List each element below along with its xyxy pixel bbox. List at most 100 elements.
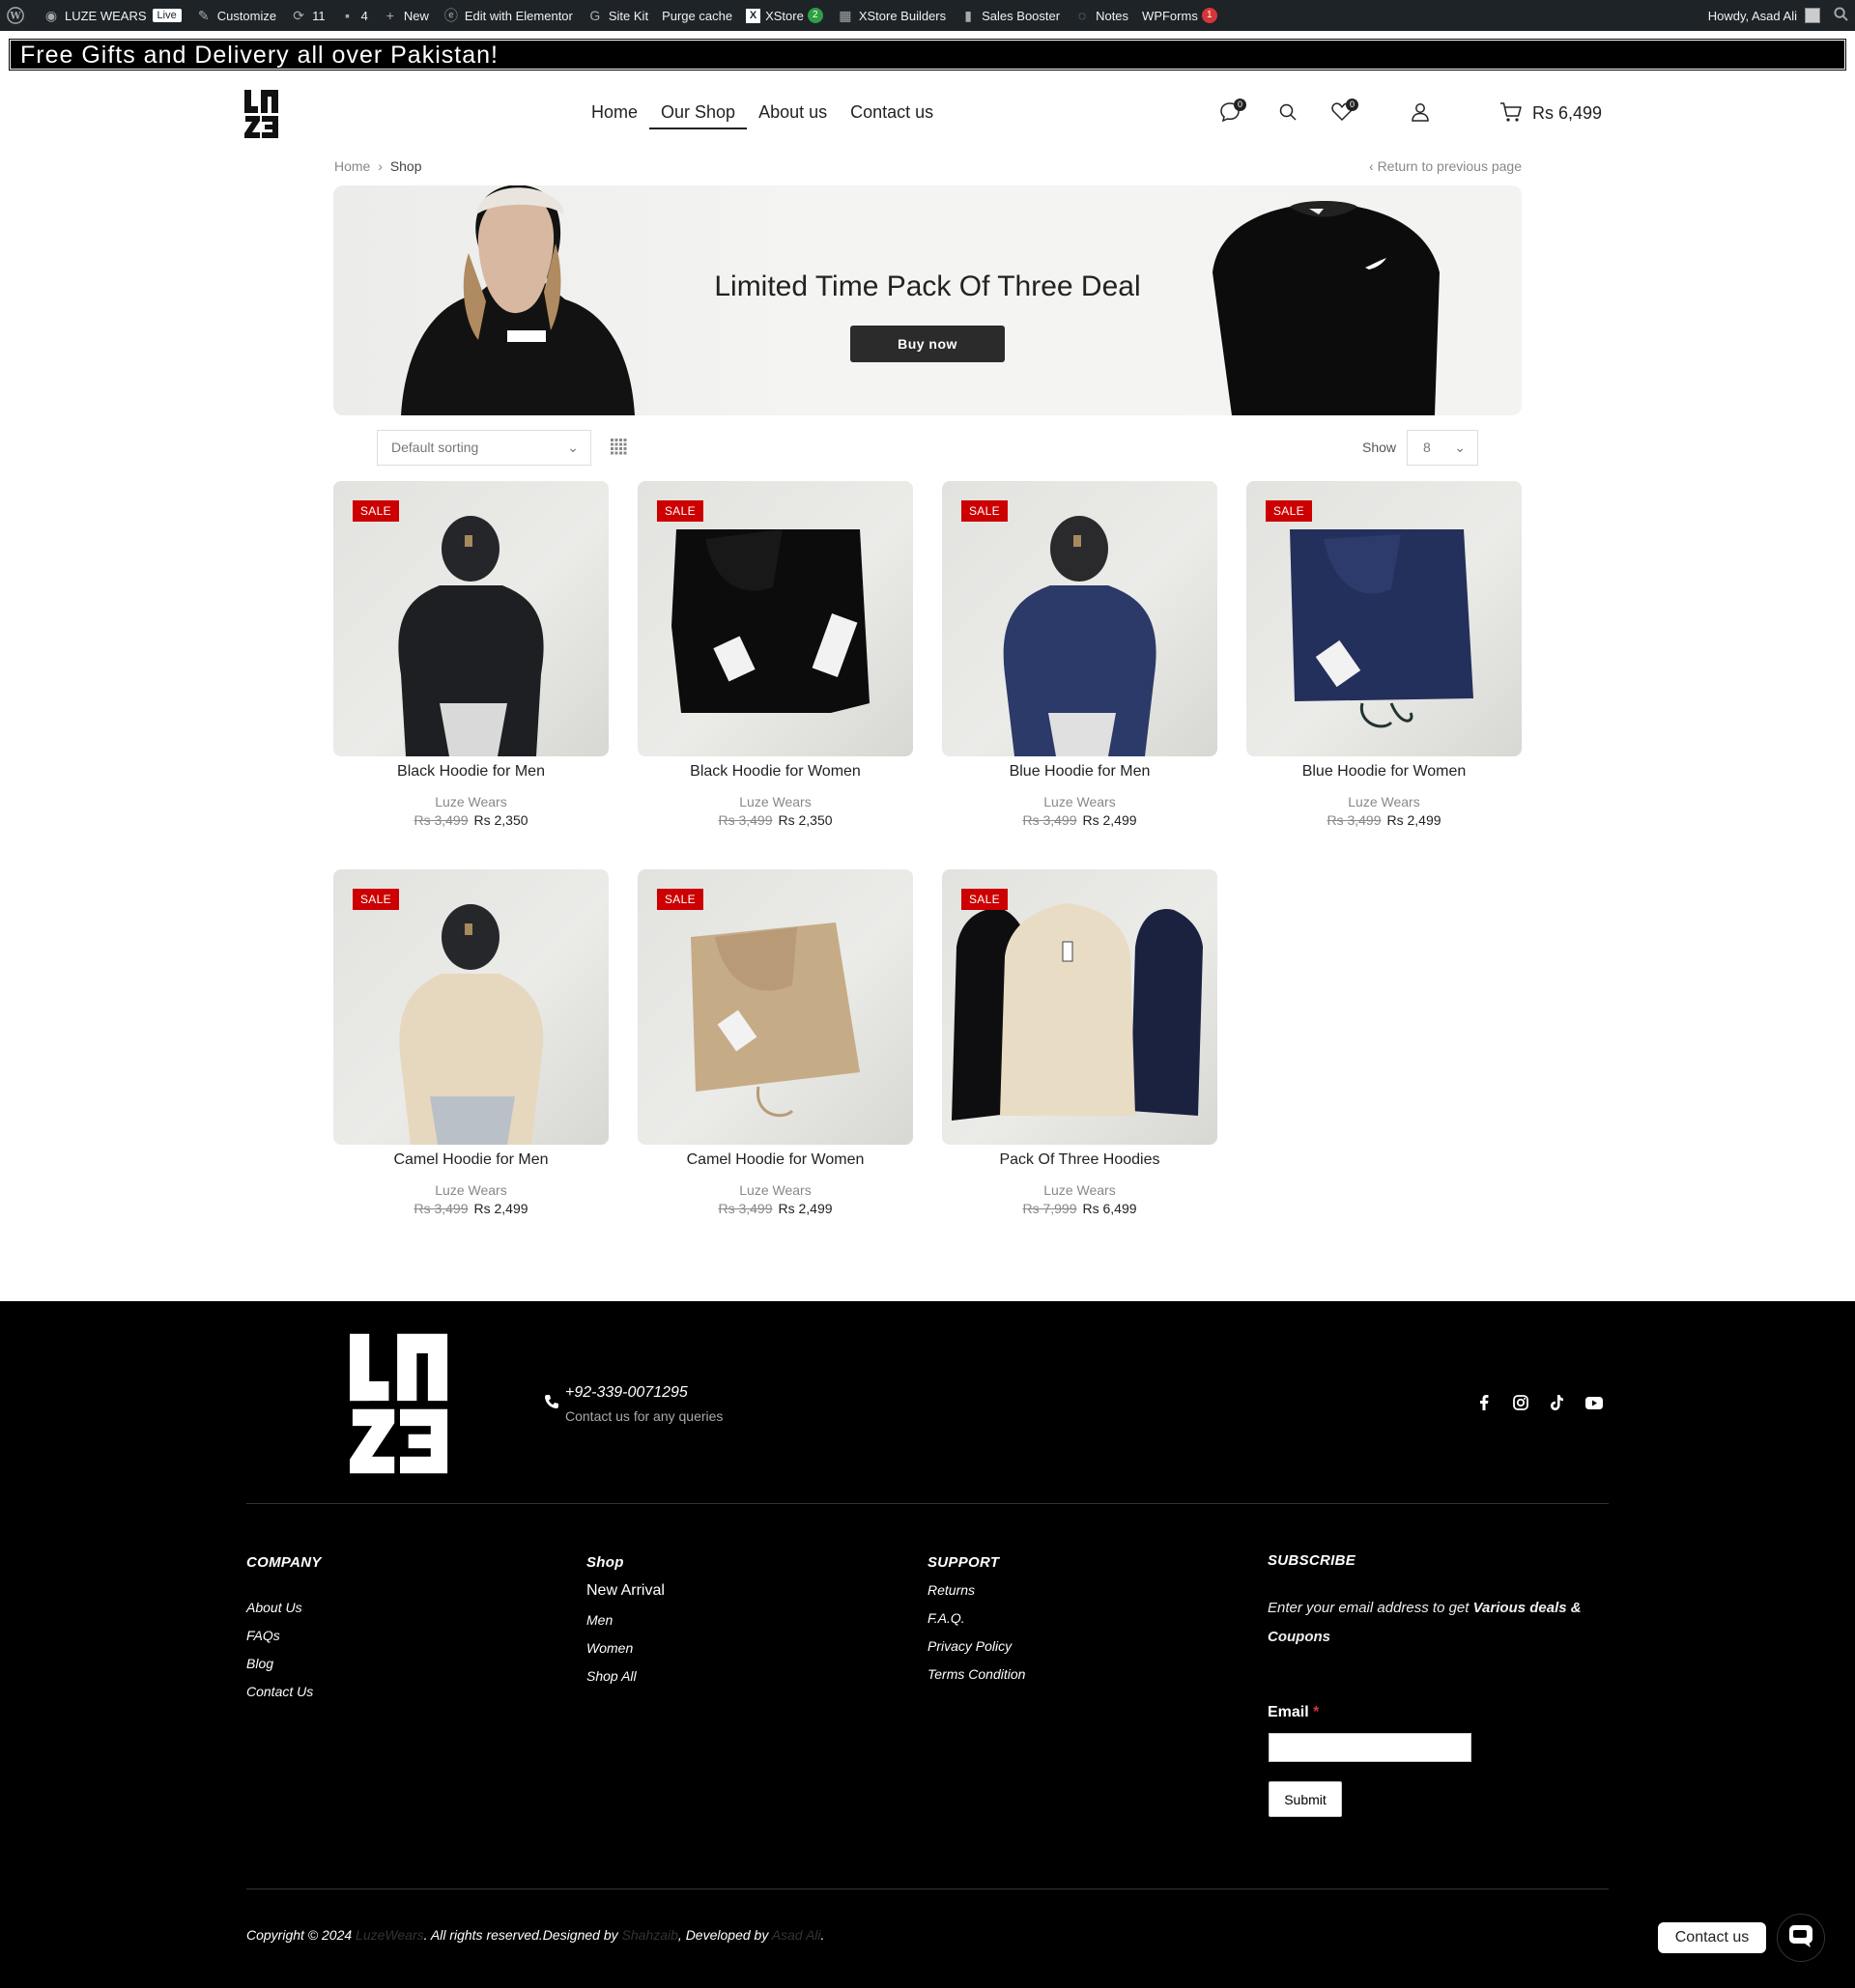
product-brand[interactable]: Luze Wears (942, 794, 1217, 809)
product-image[interactable] (333, 481, 609, 756)
product-name[interactable]: Black Hoodie for Women (638, 763, 913, 781)
copyright-brand-link[interactable]: LuzeWears (356, 1927, 424, 1943)
contact-us-label[interactable]: Contact us (1658, 1922, 1766, 1953)
footer-link-returns[interactable]: Returns (928, 1582, 1025, 1598)
product-image[interactable] (333, 869, 609, 1145)
compare-count: 0 (1234, 99, 1246, 111)
footer-link-contact[interactable]: Contact Us (246, 1684, 322, 1699)
xstore-link[interactable]: X XStore 2 (739, 0, 830, 31)
product-image[interactable] (638, 481, 913, 756)
product-brand[interactable]: Luze Wears (638, 1182, 913, 1198)
footer-link-shop-all[interactable]: Shop All (586, 1668, 665, 1684)
footer-subscribe: SUBSCRIBE (1268, 1552, 1356, 1569)
product-card[interactable]: SALE Pack Of Three Hoodies Luze Wears Rs… (942, 869, 1217, 1236)
search-button[interactable] (1274, 100, 1301, 128)
footer-link-terms[interactable]: Terms Condition (928, 1666, 1025, 1682)
site-name-link[interactable]: ◉ LUZE WEARS Live (36, 0, 188, 31)
site-kit-link[interactable]: G Site Kit (580, 0, 655, 31)
product-price: Rs 3,499 Rs 2,350 (333, 812, 609, 828)
product-name[interactable]: Black Hoodie for Men (333, 763, 609, 781)
footer-link-blog[interactable]: Blog (246, 1656, 322, 1671)
instagram-icon[interactable] (1511, 1393, 1530, 1412)
comments-count: 4 (360, 8, 368, 23)
my-account-link[interactable]: Howdy, Asad Ali (1701, 0, 1827, 31)
footer-link-men[interactable]: Men (586, 1612, 665, 1628)
nav-home[interactable]: Home (580, 100, 649, 129)
account-button[interactable] (1407, 100, 1434, 128)
cart-total[interactable]: Rs 6,499 (1532, 103, 1602, 124)
sort-select[interactable]: Default sorting ⌄ (377, 430, 591, 466)
buy-now-button[interactable]: Buy now (850, 326, 1005, 362)
compare-button[interactable]: 0 (1216, 99, 1246, 128)
product-card[interactable]: SALE Black Hoodie for Women Luze Wears R… (638, 481, 913, 848)
youtube-icon[interactable] (1584, 1393, 1604, 1412)
product-name[interactable]: Blue Hoodie for Men (942, 763, 1217, 781)
product-card[interactable]: SALE Blue Hoodie for Women Luze Wears Rs… (1246, 481, 1522, 848)
wpforms-link[interactable]: WPForms 1 (1135, 0, 1224, 31)
copyright: Copyright © 2024 LuzeWears. All rights r… (246, 1927, 824, 1943)
product-name[interactable]: Camel Hoodie for Women (638, 1151, 913, 1169)
cart-icon (1499, 101, 1523, 128)
footer-link-new-arrival[interactable]: New Arrival (586, 1582, 665, 1600)
company-heading: COMPANY (246, 1554, 322, 1571)
updates-link[interactable]: ⟳ 11 (283, 0, 332, 31)
wordpress-logo-link[interactable]: W (0, 0, 36, 31)
footer-link-about[interactable]: About Us (246, 1600, 322, 1615)
product-brand[interactable]: Luze Wears (942, 1182, 1217, 1198)
nav-contact-us[interactable]: Contact us (839, 100, 945, 129)
footer-phone[interactable]: +92-339-0071295 (565, 1384, 688, 1402)
admin-search-button[interactable] (1827, 0, 1855, 31)
footer-support: SUPPORT Returns F.A.Q. Privacy Policy Te… (928, 1554, 1025, 1694)
nav-about-us[interactable]: About us (747, 100, 839, 129)
comments-link[interactable]: ▪ 4 (332, 0, 375, 31)
footer-link-privacy[interactable]: Privacy Policy (928, 1638, 1025, 1654)
new-content-link[interactable]: + New (375, 0, 436, 31)
contact-widget-button[interactable] (1777, 1914, 1825, 1962)
footer-link-women[interactable]: Women (586, 1640, 665, 1656)
product-card[interactable]: SALE Black Hoodie for Men Luze Wears Rs … (333, 481, 609, 848)
notes-link[interactable]: ◌ Notes (1067, 0, 1135, 31)
submit-button[interactable]: Submit (1269, 1781, 1342, 1817)
old-price: Rs 3,499 (414, 812, 469, 828)
product-brand[interactable]: Luze Wears (333, 1182, 609, 1198)
sale-price: Rs 2,499 (473, 1201, 528, 1216)
facebook-icon[interactable] (1474, 1393, 1494, 1412)
per-page-select[interactable]: 8 ⌄ (1407, 430, 1478, 466)
product-name[interactable]: Blue Hoodie for Women (1246, 763, 1522, 781)
product-photo (691, 923, 860, 1118)
product-card[interactable]: SALE Camel Hoodie for Men Luze Wears Rs … (333, 869, 609, 1236)
grid-view-icon[interactable] (611, 439, 627, 455)
breadcrumb-home[interactable]: Home (334, 158, 370, 174)
footer-link-faq[interactable]: F.A.Q. (928, 1610, 1025, 1626)
product-image[interactable] (942, 869, 1217, 1145)
xstore-builders-link[interactable]: ▦ XStore Builders (830, 0, 953, 31)
developer-link[interactable]: Asad Ali (772, 1927, 821, 1943)
product-brand[interactable]: Luze Wears (1246, 794, 1522, 809)
footer-link-faqs[interactable]: FAQs (246, 1628, 322, 1643)
product-name[interactable]: Camel Hoodie for Men (333, 1151, 609, 1169)
nav-our-shop[interactable]: Our Shop (649, 100, 748, 129)
updates-count: 11 (312, 8, 326, 23)
return-link[interactable]: ‹ Return to previous page (1369, 158, 1522, 174)
wishlist-button[interactable]: 0 (1328, 99, 1358, 128)
email-field[interactable] (1269, 1733, 1471, 1762)
customize-link[interactable]: ✎ Customize (188, 0, 283, 31)
tiktok-icon[interactable] (1548, 1393, 1567, 1412)
product-image[interactable] (942, 481, 1217, 756)
product-card[interactable]: SALE Blue Hoodie for Men Luze Wears Rs 3… (942, 481, 1217, 848)
footer-logo[interactable] (350, 1333, 450, 1474)
cart-button[interactable] (1498, 100, 1525, 128)
product-image[interactable] (1246, 481, 1522, 756)
product-brand[interactable]: Luze Wears (638, 794, 913, 809)
sales-booster-link[interactable]: ▮ Sales Booster (953, 0, 1067, 31)
product-brand[interactable]: Luze Wears (333, 794, 609, 809)
product-card[interactable]: SALE Camel Hoodie for Women Luze Wears R… (638, 869, 913, 1236)
edit-elementor-link[interactable]: ⓔ Edit with Elementor (436, 0, 580, 31)
xstore-builders-label: XStore Builders (858, 8, 947, 23)
product-name[interactable]: Pack Of Three Hoodies (942, 1151, 1217, 1169)
speech-icon: ◌ (1077, 8, 1087, 23)
product-image[interactable] (638, 869, 913, 1145)
purge-cache-link[interactable]: Purge cache (655, 0, 739, 31)
designer-link[interactable]: Shahzaib (622, 1927, 678, 1943)
site-logo[interactable] (244, 90, 279, 138)
